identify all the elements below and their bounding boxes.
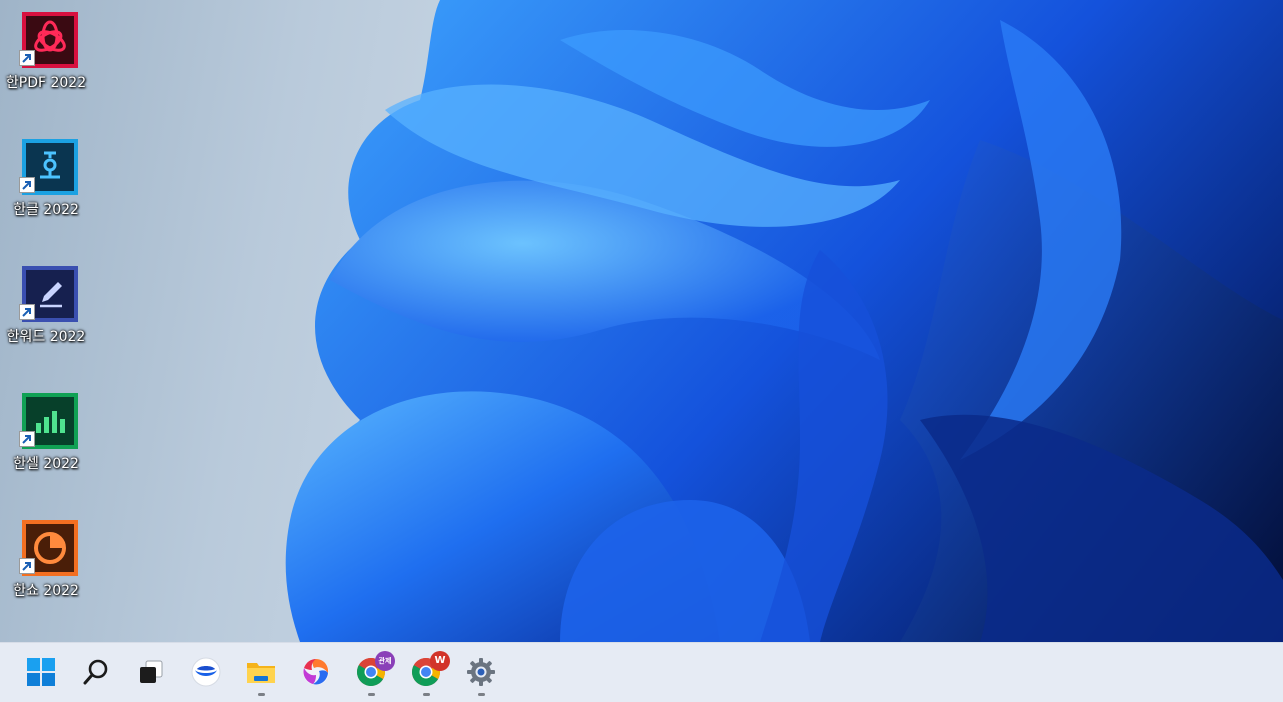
taskbar-chrome-profile-2[interactable]: W (402, 648, 450, 696)
taskbar-app-swirl[interactable] (292, 648, 340, 696)
wallpaper-bloom (285, 0, 1283, 642)
shortcut-arrow-icon (19, 50, 35, 66)
taskbar: 관제 W (0, 642, 1283, 702)
taskbar-file-explorer[interactable] (237, 648, 285, 696)
task-view-icon (140, 660, 163, 683)
colorful-swirl-app-icon (303, 659, 329, 685)
desktop-icon-hanpdf[interactable]: 한PDF 2022 (4, 0, 88, 110)
desktop-icon-label: 한글 2022 (13, 202, 79, 218)
folder-icon (247, 663, 275, 683)
running-indicator (258, 693, 265, 696)
desktop-icon-hanshow[interactable]: 한쇼 2022 (4, 508, 88, 618)
taskbar-chrome-profile-1[interactable]: 관제 (347, 648, 395, 696)
blue-white-app-icon (191, 657, 221, 687)
shortcut-arrow-icon (19, 431, 35, 447)
desktop-icon-label: 한PDF 2022 (5, 75, 87, 91)
search-button[interactable] (72, 648, 120, 696)
taskbar-app-blue[interactable] (182, 648, 230, 696)
running-indicator (478, 693, 485, 696)
desktop-icon-hancell[interactable]: 한셀 2022 (4, 381, 88, 491)
desktop: 한PDF 2022 한글 2022 한워드 2022 한셀 2022 한쇼 20… (0, 0, 1283, 642)
running-indicator (423, 693, 430, 696)
desktop-icon-label: 한워드 2022 (6, 329, 86, 345)
gear-icon (467, 658, 495, 686)
running-indicator (368, 693, 375, 696)
task-view-button[interactable] (127, 648, 175, 696)
profile-badge: 관제 (375, 651, 395, 671)
start-button[interactable] (17, 648, 65, 696)
windows-logo-icon (27, 658, 55, 686)
desktop-icon-label: 한쇼 2022 (13, 583, 79, 599)
taskbar-settings[interactable] (457, 648, 505, 696)
shortcut-arrow-icon (19, 558, 35, 574)
shortcut-arrow-icon (19, 304, 35, 320)
desktop-icon-hanword[interactable]: 한워드 2022 (4, 254, 88, 364)
desktop-icon-label: 한셀 2022 (13, 456, 79, 472)
search-icon (83, 659, 108, 685)
desktop-icon-hangul[interactable]: 한글 2022 (4, 127, 88, 237)
profile-badge: W (430, 651, 450, 671)
shortcut-arrow-icon (19, 177, 35, 193)
